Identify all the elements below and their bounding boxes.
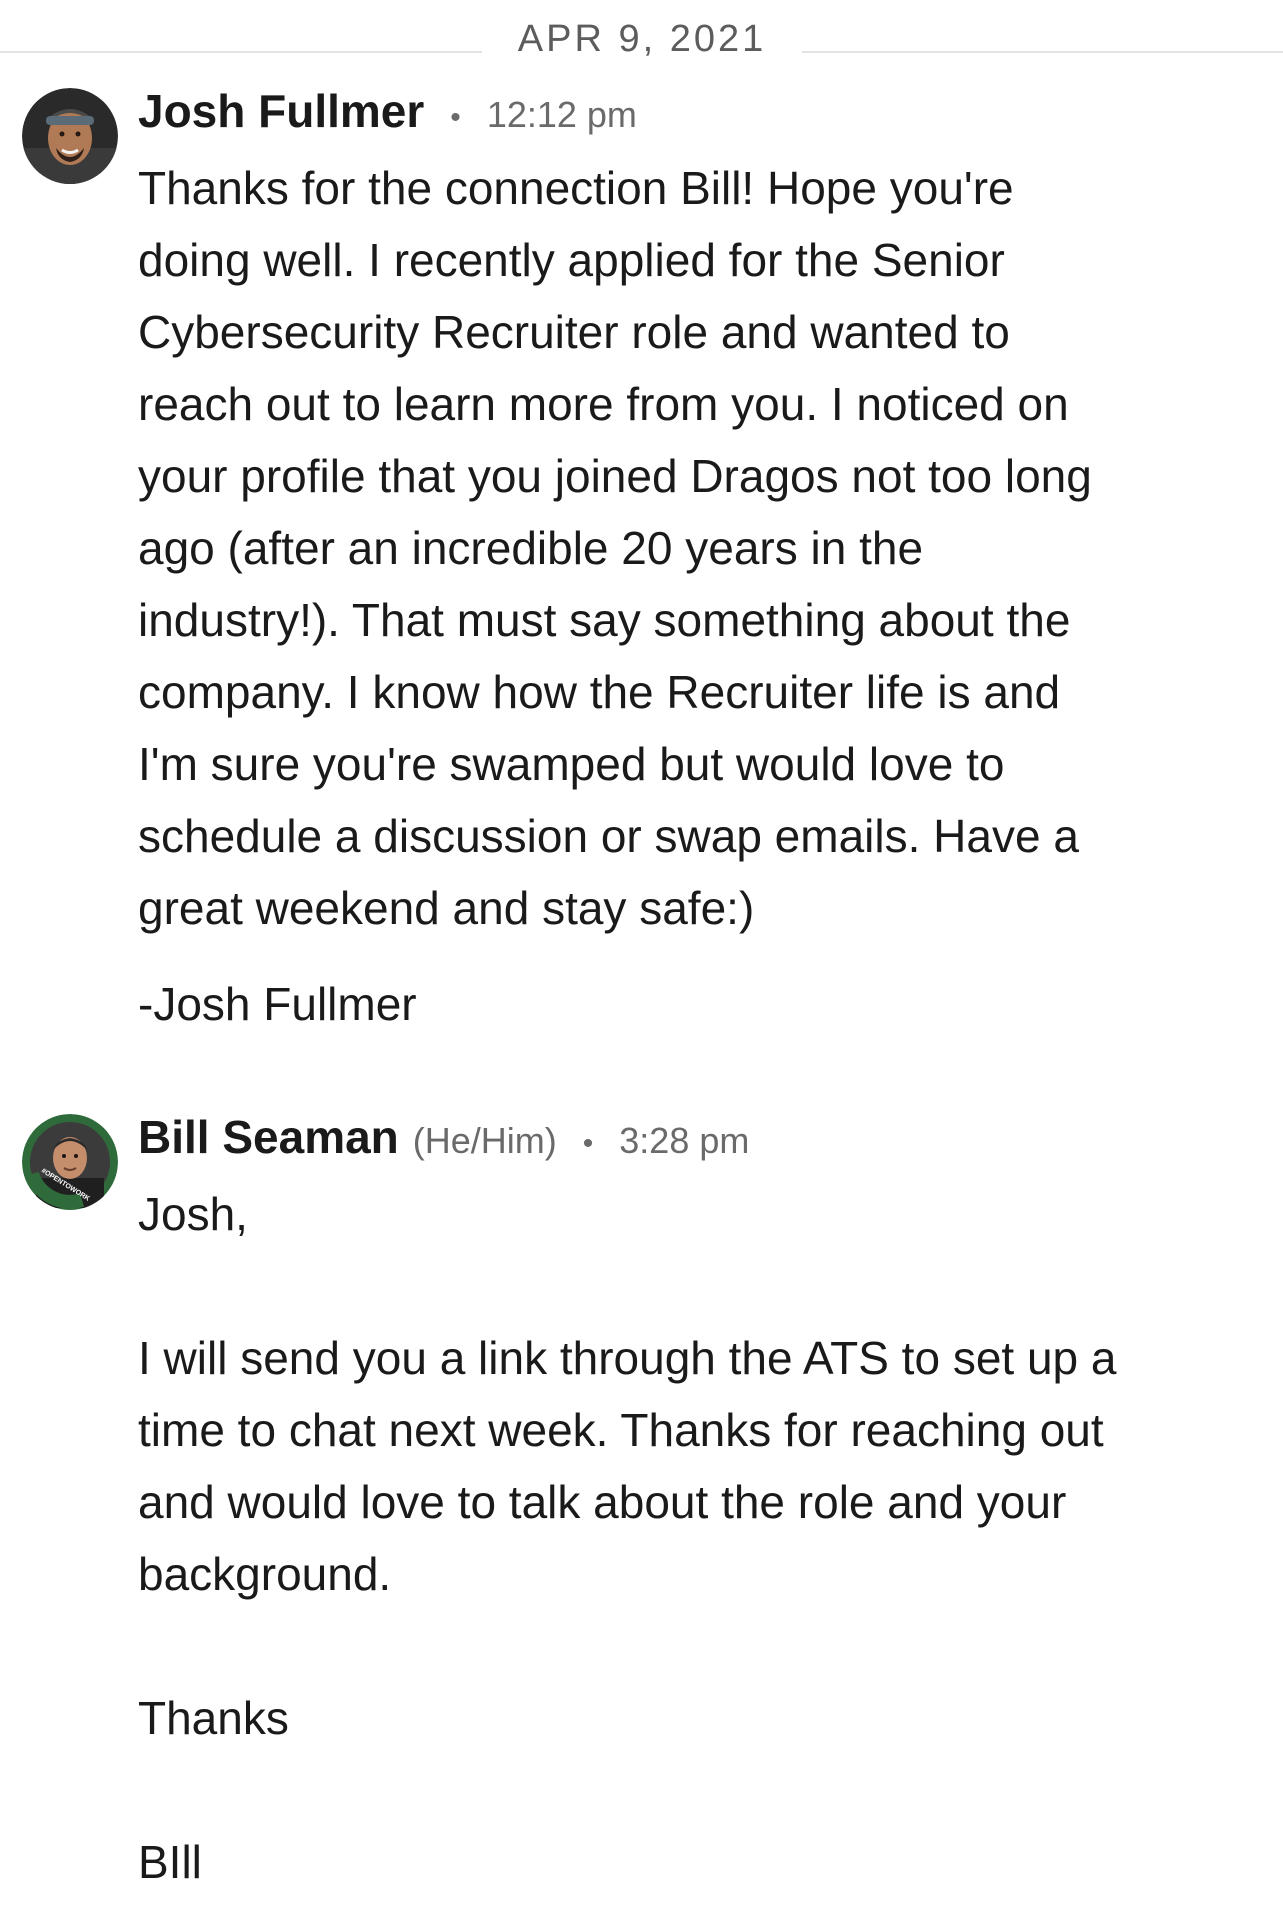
message-header: Josh Fullmer • 12:12 pm xyxy=(138,84,637,144)
message-time: 3:28 pm xyxy=(619,1120,750,1161)
message-line: I'm sure you're swamped but would love t… xyxy=(138,738,1005,790)
message-line: and would love to talk about the role an… xyxy=(138,1476,1067,1528)
message-line: I will send you a link through the ATS t… xyxy=(138,1332,1117,1384)
date-divider: APR 9, 2021 xyxy=(0,10,1283,70)
sender-avatar-josh[interactable] xyxy=(22,88,118,184)
message-line: Cybersecurity Recruiter role and wanted … xyxy=(138,306,1010,358)
message-line: great weekend and stay safe:) xyxy=(138,882,755,934)
message-line: time to chat next week. Thanks for reach… xyxy=(138,1404,1104,1456)
profile-photo-icon xyxy=(22,88,118,184)
message-signature: BIll xyxy=(138,1836,202,1888)
message-line: Thanks for the connection Bill! Hope you… xyxy=(138,162,1014,214)
sender-name[interactable]: Josh Fullmer xyxy=(138,84,424,138)
divider-line-right xyxy=(802,51,1283,53)
message-time: 12:12 pm xyxy=(486,94,637,135)
message-line: schedule a discussion or swap emails. Ha… xyxy=(138,810,1079,862)
message-line: reach out to learn more from you. I noti… xyxy=(138,378,1069,430)
message-line: industry!). That must say something abou… xyxy=(138,594,1071,646)
sender-avatar-bill[interactable]: #OPENTOWORK xyxy=(22,1114,118,1210)
date-label: APR 9, 2021 xyxy=(517,18,767,60)
message-greeting: Josh, xyxy=(138,1188,248,1240)
message-line: company. I know how the Recruiter life i… xyxy=(138,666,1061,718)
message-closing: Thanks xyxy=(138,1692,289,1744)
sender-pronouns: (He/Him) xyxy=(412,1120,557,1161)
profile-photo-open-to-work-icon: #OPENTOWORK xyxy=(22,1114,118,1210)
divider-line-left xyxy=(0,51,482,53)
message-line: your profile that you joined Dragos not … xyxy=(138,450,1092,502)
message-body: Thanks for the connection Bill! Hope you… xyxy=(138,152,1228,1040)
sender-name[interactable]: Bill Seaman xyxy=(138,1110,399,1164)
message-body: Josh, I will send you a link through the… xyxy=(138,1178,1228,1898)
separator-dot: • xyxy=(582,1127,594,1160)
message-line: background. xyxy=(138,1548,392,1600)
message-line: doing well. I recently applied for the S… xyxy=(138,234,1005,286)
separator-dot: • xyxy=(450,101,461,134)
message-signature: -Josh Fullmer xyxy=(138,978,417,1030)
message-header: Bill Seaman (He/Him) • 3:28 pm xyxy=(138,1110,749,1170)
message-line: ago (after an incredible 20 years in the xyxy=(138,522,924,574)
